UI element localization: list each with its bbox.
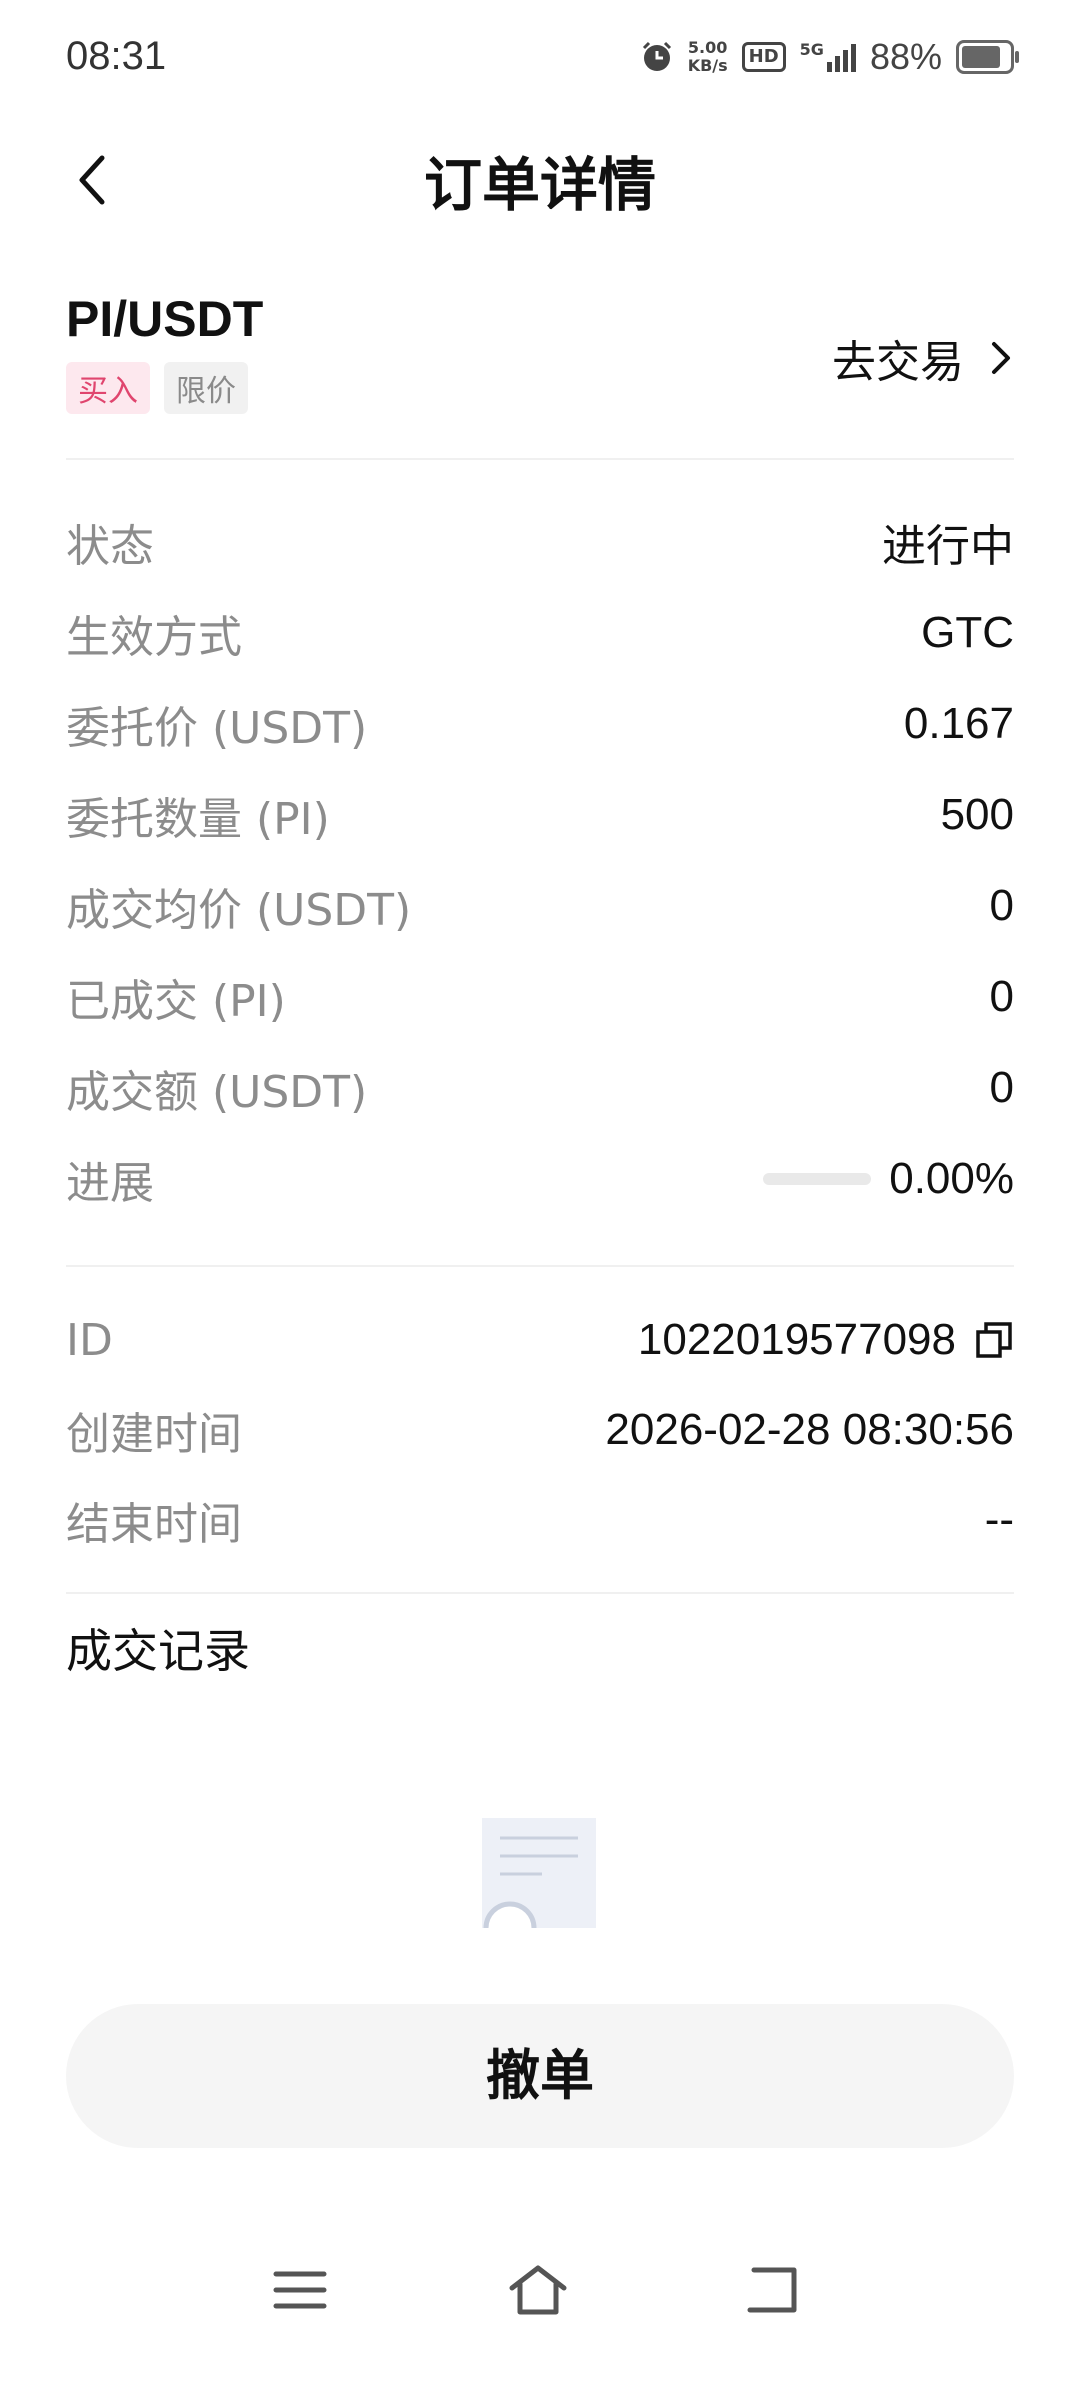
- empty-document-icon: [482, 1818, 596, 1928]
- status-icons: 5.00 KB/s HD 5G 88%: [640, 36, 1019, 78]
- meta-row-id: ID 1022019577098: [66, 1295, 1014, 1385]
- meta-row-ended: 结束时间 --: [66, 1475, 1014, 1565]
- chevron-right-icon: [992, 342, 1010, 374]
- detail-row-status: 状态 进行中: [66, 496, 1014, 587]
- signal-icon: [826, 42, 856, 72]
- progress-value: 0.00%: [889, 1153, 1014, 1203]
- detail-row-turnover: 成交额 (USDT) 0: [66, 1042, 1014, 1133]
- meta-label: ID: [66, 1314, 113, 1366]
- battery-percent: 88%: [869, 36, 942, 77]
- detail-row-order-amount: 委托数量 (PI) 500: [66, 769, 1014, 860]
- copy-icon[interactable]: [974, 1320, 1014, 1360]
- system-nav-bar: [0, 2240, 1080, 2340]
- detail-value: 进行中: [882, 521, 1014, 571]
- meta-label: 结束时间: [66, 1499, 242, 1550]
- go-trade-link[interactable]: 去交易: [832, 326, 1014, 390]
- divider: [66, 1265, 1014, 1267]
- back-nav-icon[interactable]: [742, 2262, 802, 2318]
- order-id-value: 1022019577098: [637, 1315, 956, 1364]
- go-trade-label: 去交易: [832, 337, 964, 388]
- home-icon[interactable]: [506, 2262, 570, 2318]
- detail-label: 状态: [66, 520, 154, 572]
- detail-value: 0.167: [903, 698, 1014, 748]
- detail-value: 0: [989, 1062, 1014, 1112]
- net-speed-unit: KB/s: [687, 56, 728, 75]
- battery-icon: [956, 40, 1019, 74]
- page-title: 订单详情: [423, 151, 656, 219]
- detail-row-order-price: 委托价 (USDT) 0.167: [66, 678, 1014, 769]
- detail-label: 成交均价 (USDT): [66, 884, 412, 936]
- order-details: 状态 进行中 生效方式 GTC 委托价 (USDT) 0.167 委托数量 (P…: [66, 496, 1014, 1224]
- meta-value: 2026-02-28 08:30:56: [605, 1405, 1014, 1454]
- meta-row-created: 创建时间 2026-02-28 08:30:56: [66, 1385, 1014, 1475]
- detail-label: 委托价 (USDT): [66, 702, 368, 754]
- top-nav: 订单详情: [0, 140, 1080, 230]
- menu-icon[interactable]: [272, 2262, 328, 2318]
- detail-label: 成交额 (USDT): [66, 1066, 368, 1118]
- detail-label: 生效方式: [66, 611, 242, 663]
- progress-label: 进展: [66, 1157, 154, 1209]
- detail-value: GTC: [921, 607, 1014, 657]
- divider: [66, 458, 1014, 460]
- net-speed: 5.00 KB/s: [688, 39, 728, 75]
- network-type: 5G: [799, 40, 824, 59]
- meta-value: --: [984, 1495, 1014, 1544]
- detail-value: 500: [940, 789, 1014, 839]
- divider: [66, 1592, 1014, 1594]
- detail-row-filled: 已成交 (PI) 0: [66, 951, 1014, 1042]
- net-speed-value: 5.00: [687, 38, 728, 57]
- type-tag: 限价: [164, 362, 248, 414]
- detail-row-avg-price: 成交均价 (USDT) 0: [66, 860, 1014, 951]
- alarm-icon: [642, 41, 671, 71]
- progress-bar: [763, 1172, 872, 1185]
- detail-row-progress: 进展 0.00%: [66, 1133, 1014, 1224]
- pair-header: PI/USDT 买入 限价 去交易: [66, 290, 1014, 440]
- cancel-order-button[interactable]: 撤单: [66, 2004, 1014, 2148]
- side-tag: 买入: [66, 362, 150, 414]
- detail-value: 0: [989, 880, 1014, 930]
- detail-value: 0: [989, 971, 1014, 1021]
- progress-indicator: 0.00%: [763, 1154, 1014, 1204]
- detail-row-time-in-force: 生效方式 GTC: [66, 587, 1014, 678]
- status-time: 08:31: [66, 34, 167, 78]
- hd-icon: HD: [741, 42, 786, 72]
- meta-label: 创建时间: [66, 1409, 242, 1460]
- detail-label: 已成交 (PI): [66, 975, 286, 1027]
- status-bar: 08:31 5.00 KB/s HD 5G 88%: [0, 0, 1080, 120]
- detail-label: 委托数量 (PI): [66, 793, 330, 845]
- order-meta: ID 1022019577098 创建时间 2026-02-28 08:30:5…: [66, 1295, 1014, 1565]
- trade-records-title: 成交记录: [66, 1624, 250, 1678]
